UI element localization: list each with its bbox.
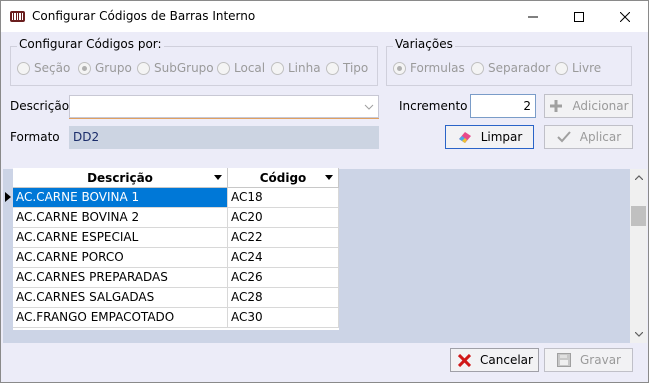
radio-label: Grupo [95,61,132,75]
dialog-window: Configurar Códigos de Barras Interno Con… [0,0,649,383]
cell-descricao[interactable]: AC.FRANGO EMPACOTADO [13,308,228,327]
radio-circle [555,61,568,75]
minimize-icon [528,16,538,17]
radio-circle [471,61,484,75]
aplicar-label: Aplicar [579,130,622,144]
maximize-button[interactable] [556,1,602,32]
radio-label: Tipo [343,61,369,75]
descricao-label: Descrição [10,99,70,113]
column-header-label: Código [259,171,307,185]
radio-tipo[interactable]: Tipo [326,61,368,75]
check-icon [556,129,572,145]
radio-linha[interactable]: Linha [271,61,321,75]
vertical-scrollbar[interactable] [630,169,647,343]
radio-label: Formulas [410,61,465,75]
radio-grupo[interactable]: Grupo [78,61,132,75]
sort-dropdown-icon[interactable] [325,175,333,180]
gravar-button[interactable]: Gravar [544,348,633,372]
codes-grid[interactable]: Descrição Código AC.CARNE BOVINA 1 AC18 … [13,168,339,330]
column-header-codigo[interactable]: Código [228,168,339,188]
barcode-app-icon [10,11,25,22]
radio-secao[interactable]: Seção [17,61,70,75]
cell-codigo[interactable]: AC30 [228,308,339,327]
scroll-down-icon[interactable] [630,326,647,343]
radio-subgrupo[interactable]: SubGrupo [137,61,214,75]
gravar-label: Gravar [580,353,621,367]
configurar-title: Configurar Códigos por: [17,37,164,51]
minimize-button[interactable] [510,1,556,32]
table-row[interactable]: AC.CARNE PORCO AC24 [13,248,339,268]
radio-circle [271,61,284,75]
radio-circle-checked [393,61,406,75]
cell-codigo[interactable]: AC20 [228,208,339,227]
formato-label: Formato [10,130,60,144]
cell-descricao[interactable]: AC.CARNE PORCO [13,248,228,267]
cell-codigo[interactable]: AC22 [228,228,339,247]
variacoes-groupbox: Variações Formulas Separador Livre [386,37,632,86]
cell-codigo[interactable]: AC18 [228,188,339,207]
configurar-groupbox: Configurar Códigos por: Seção Grupo SubG… [10,37,378,86]
cancelar-button[interactable]: Cancelar [450,348,539,372]
table-row[interactable]: AC.CARNE ESPECIAL AC22 [13,228,339,248]
radio-label: Seção [34,61,71,75]
descricao-underline [69,118,379,119]
adicionar-label: Adicionar [572,99,629,113]
column-header-label: Descrição [87,171,153,185]
chevron-down-icon[interactable] [360,96,378,117]
save-icon [556,352,572,368]
incremento-label: Incremento [399,99,468,113]
cell-descricao[interactable]: AC.CARNES SALGADAS [13,288,228,307]
red-x-icon [456,352,472,368]
limpar-button[interactable]: Limpar [445,125,534,149]
radio-formulas[interactable]: Formulas [393,61,465,75]
cell-codigo[interactable]: AC24 [228,248,339,267]
radio-livre[interactable]: Livre [555,61,601,75]
table-row[interactable]: AC.CARNES PREPARADAS AC26 [13,268,339,288]
eraser-icon [457,129,473,145]
descricao-combobox[interactable] [69,95,379,118]
scroll-up-icon[interactable] [630,169,647,186]
close-button[interactable] [602,1,648,32]
limpar-label: Limpar [480,130,523,144]
radio-label: Local [234,61,266,75]
radio-label: Separador [488,61,551,75]
radio-separador[interactable]: Separador [471,61,550,75]
cell-descricao[interactable]: AC.CARNE ESPECIAL [13,228,228,247]
radio-circle [17,61,30,75]
aplicar-button[interactable]: Aplicar [544,125,633,149]
column-header-descricao[interactable]: Descrição [13,168,228,188]
current-row-indicator-icon [5,192,11,202]
incremento-input[interactable]: 2 [470,94,536,118]
radio-local[interactable]: Local [217,61,265,75]
table-row[interactable]: AC.FRANGO EMPACOTADO AC30 [13,308,339,328]
radio-label: Livre [572,61,602,75]
cell-descricao[interactable]: AC.CARNE BOVINA 2 [13,208,228,227]
cell-descricao[interactable]: AC.CARNE BOVINA 1 [13,188,228,207]
cell-codigo[interactable]: AC28 [228,288,339,307]
radio-circle-checked [78,61,91,75]
close-icon [620,11,630,22]
radio-circle [326,61,339,75]
window-title: Configurar Códigos de Barras Interno [32,9,256,23]
scrollbar-thumb[interactable] [631,206,646,226]
adicionar-button[interactable]: Adicionar [544,94,633,118]
formato-field[interactable]: DD2 [69,126,379,149]
grid-header: Descrição Código [13,168,339,188]
cell-descricao[interactable]: AC.CARNES PREPARADAS [13,268,228,287]
radio-circle [217,61,230,75]
cancelar-label: Cancelar [480,353,533,367]
title-bar[interactable]: Configurar Códigos de Barras Interno [1,1,648,32]
cell-codigo[interactable]: AC26 [228,268,339,287]
radio-label: SubGrupo [154,61,214,75]
radio-label: Linha [288,61,321,75]
radio-circle [137,61,150,75]
sort-dropdown-icon[interactable] [214,175,222,180]
table-row[interactable]: AC.CARNE BOVINA 2 AC20 [13,208,339,228]
table-row[interactable]: AC.CARNES SALGADAS AC28 [13,288,339,308]
variacoes-title: Variações [393,37,455,51]
maximize-icon [574,11,584,22]
table-row[interactable]: AC.CARNE BOVINA 1 AC18 [13,188,339,208]
dialog-client-area: Configurar Códigos por: Seção Grupo SubG… [1,32,648,382]
plus-icon [548,98,564,114]
